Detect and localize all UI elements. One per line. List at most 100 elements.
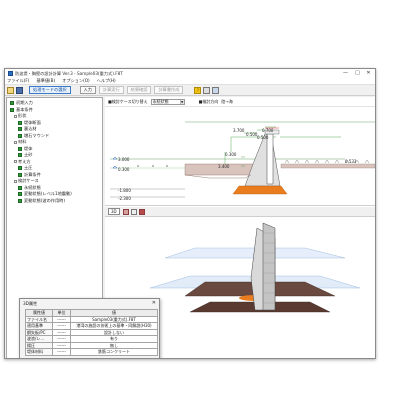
level-label: 0.300: [118, 167, 130, 172]
3d-toolbar: 3D: [105, 207, 375, 217]
dim-label: 0.300: [225, 152, 237, 157]
tree-item[interactable]: 基本条件: [10, 107, 33, 113]
dialog-title: 3D属性: [23, 301, 38, 306]
open-file-icon[interactable]: [7, 86, 14, 94]
tree-item[interactable]: 形状: [14, 113, 26, 119]
level-label: 3.000: [118, 157, 130, 162]
table-row[interactable]: 堤体材料 ------ 鉄筋コンクリート: [25, 348, 158, 356]
tree-item-label: 永続状態: [24, 184, 41, 190]
tree-item[interactable]: 土砂: [18, 152, 32, 158]
cube-side-icon[interactable]: [138, 208, 145, 215]
menu-standard[interactable]: 基準値(B): [36, 78, 55, 84]
expand-collapse-icon[interactable]: [14, 114, 17, 118]
status-icon: [18, 120, 22, 125]
tree-item[interactable]: 検討ケース: [14, 178, 39, 184]
input-button[interactable]: 入力: [79, 86, 96, 94]
calculator-icon[interactable]: [212, 86, 220, 94]
dim-label: 3.700: [233, 128, 245, 133]
app-icon: [8, 71, 13, 76]
tree-item-label: 変動状態(波の作用時): [24, 197, 65, 203]
status-icon: [18, 146, 22, 151]
direction-label: ■検討方向: [198, 98, 219, 104]
tree-item-label: 材料: [18, 139, 27, 144]
table-cell-value: 港湾の施設の技術上の基準・同解説(H30): [70, 322, 158, 330]
expand-collapse-icon[interactable]: [14, 140, 17, 144]
table-cell-name: 堤体材料: [25, 348, 53, 356]
menu-bar: ファイル(F) 基準値(B) オプション(O) ヘルプ(H): [5, 78, 375, 85]
status-icon: [18, 153, 22, 157]
status-icon: [18, 185, 22, 190]
tree-item[interactable]: 変動状態(レベル1地震動): [18, 191, 72, 197]
dim-label: 3.400: [218, 164, 230, 169]
case-label: ■検討ケース切り替え: [108, 98, 148, 104]
case-bar: ■検討ケース切り替え 永続状態 ▼ ■検討方向 陸→海: [105, 97, 375, 107]
properties-dialog: 3D属性 ✕ 属性値 単位 値 ファイル名 ------ Sample03(重力式)…: [19, 298, 160, 358]
tree-item-label: 初期入力: [16, 100, 33, 105]
3d-button[interactable]: 3D: [108, 208, 120, 215]
tree-item-label: 計算条件: [24, 171, 41, 177]
cube-front-icon[interactable]: [130, 208, 137, 215]
menu-file[interactable]: ファイル(F): [7, 78, 29, 84]
tree-item-label: 変動状態(レベル1地震動): [24, 191, 72, 196]
run-calc-button[interactable]: 計算実行: [98, 86, 124, 94]
tree-item[interactable]: 永続状態: [18, 185, 41, 191]
tree-item-label: 土圧: [24, 165, 33, 170]
tree-item-label: 土砂: [24, 152, 33, 157]
chevron-down-icon: ▼: [179, 99, 184, 104]
title-bar[interactable]: 防波堤・胸壁の設計計算 Ver.3 - Sample03(重力式).F8T — …: [5, 69, 375, 78]
status-icon: [18, 192, 22, 196]
tree-item-label: 堤体: [24, 145, 33, 151]
tree-item-label: 増石マウンド: [24, 132, 50, 138]
application-window: 防波堤・胸壁の設計計算 Ver.3 - Sample03(重力式).F8T — …: [4, 68, 376, 359]
tree-item-label: 基本条件: [16, 106, 33, 112]
tree-item[interactable]: 裏込材: [18, 126, 37, 132]
menu-options[interactable]: オプション(O): [62, 78, 90, 84]
status-icon: [18, 166, 22, 170]
maximize-button[interactable]: □: [352, 69, 363, 78]
tree-item[interactable]: 堤体: [18, 146, 32, 152]
direction-value: 陸→海: [221, 98, 233, 104]
print-icon[interactable]: [203, 86, 211, 94]
status-icon: [18, 127, 22, 131]
tree-item-label: 堤体断面: [24, 119, 41, 125]
case-select[interactable]: 永続状態 ▼: [150, 98, 185, 105]
properties-table: 属性値 単位 値 ファイル名 ------ Sample03(重力式).F8T 適用基…: [25, 309, 158, 356]
level-label: -1.800: [118, 188, 131, 193]
expand-collapse-icon[interactable]: [14, 179, 17, 183]
tree-item-label: 形状: [18, 113, 27, 118]
tree-item[interactable]: 初期入力: [10, 100, 33, 106]
status-icon: [18, 198, 22, 203]
cube-icon[interactable]: [122, 208, 129, 215]
close-icon[interactable]: ✕: [152, 300, 156, 306]
dim-label: 0.533: [345, 159, 357, 164]
help-icon[interactable]: ?: [194, 86, 202, 94]
create-report-button[interactable]: 計算書作成: [154, 86, 184, 94]
tree-item-label: 裏込材: [24, 126, 37, 131]
tree-item[interactable]: 考え方: [14, 159, 31, 165]
status-icon: [18, 133, 22, 138]
tree-item[interactable]: 土圧: [18, 165, 32, 171]
mode-select-button[interactable]: 処理モードの選択: [29, 86, 71, 94]
tree-item[interactable]: 計算条件: [18, 172, 41, 178]
menu-help[interactable]: ヘルプ(H): [97, 78, 116, 84]
tree-item[interactable]: 変動状態(波の作用時): [18, 198, 65, 204]
tree-item[interactable]: 堤体断面: [18, 120, 41, 126]
status-icon: [18, 172, 22, 177]
level-label: -2.300: [118, 196, 131, 201]
minimize-button[interactable]: —: [340, 69, 351, 78]
close-window-button[interactable]: ✕: [363, 69, 374, 78]
table-cell-unit: ------: [52, 348, 71, 356]
tree-item[interactable]: 材料: [14, 139, 26, 145]
check-results-button[interactable]: 結果確認: [126, 86, 152, 94]
tree-item-label: 検討ケース: [18, 178, 39, 183]
table-cell-value: 鉄筋コンクリート: [70, 348, 158, 356]
expand-collapse-icon[interactable]: [14, 160, 17, 163]
save-file-icon[interactable]: [16, 86, 23, 94]
window-title: 防波堤・胸壁の設計計算 Ver.3 - Sample03(重力式).F8T: [15, 70, 123, 76]
status-icon: [10, 107, 14, 112]
dim-label: 0.700: [262, 128, 274, 133]
case-select-value: 永続状態: [152, 98, 169, 104]
cross-section-view[interactable]: 3.700 0.500 0.700 0.500 0.300 3.400 0.53…: [105, 108, 375, 206]
tree-item-label: 考え方: [18, 158, 31, 164]
tree-item[interactable]: 増石マウンド: [18, 133, 49, 139]
